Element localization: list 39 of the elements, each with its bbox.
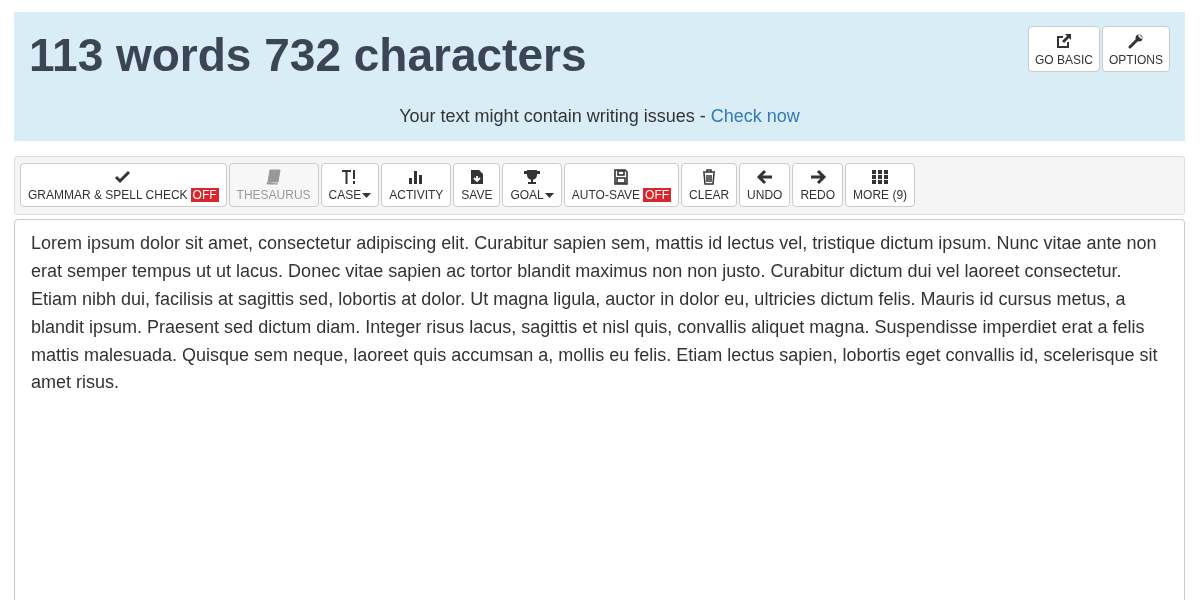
external-link-icon	[1055, 33, 1072, 49]
button-label: GRAMMAR & SPELL CHECK	[28, 188, 188, 202]
button-label: THESAURUS	[236, 188, 311, 202]
toolbar-button[interactable]: CLEAR	[681, 163, 738, 207]
button-label: MORE (9)	[853, 188, 908, 202]
button-label: CASE	[328, 188, 362, 202]
grid-icon	[871, 169, 890, 185]
toolbar-button[interactable]: MORE (9)	[845, 163, 916, 207]
arrow-right-icon	[808, 169, 827, 185]
toolbar-button[interactable]: UNDO	[739, 163, 791, 207]
button-label: ACTIVITY	[389, 188, 444, 202]
off-badge: OFF	[190, 188, 219, 202]
check-now-link[interactable]: Check now	[710, 106, 800, 126]
button-label: GOAL	[510, 188, 544, 202]
toolbar-button[interactable]: REDO	[792, 163, 844, 207]
book-icon	[264, 169, 283, 185]
checkmark-icon	[114, 169, 133, 185]
button-label: AUTO-SAVE	[571, 188, 641, 202]
caret-icon	[362, 192, 372, 198]
trophy-icon	[523, 169, 542, 185]
button-label: SAVE	[461, 188, 493, 202]
options-button[interactable]: OPTIONS	[1102, 26, 1170, 72]
writing-issues-notice: Your text might contain writing issues - Check now	[398, 106, 801, 127]
toolbar-button[interactable]: AUTO-SAVE OFF	[563, 163, 680, 207]
button-label: CLEAR	[689, 188, 730, 202]
go-basic-button[interactable]: GO BASIC	[1027, 26, 1100, 72]
button-label: UNDO	[747, 188, 783, 202]
text-editor[interactable]: Lorem ipsum dolor sit amet, consectetur adipiscing elit. Curabitur sapien sem, mattis id lectus vel, tristique dictum ipsum. Nunc vitae ante non erat semper tempus ut ut lacus. Donec vitae sapien ac tortor blandit maximus non non justo. Curabitur dictum dui vel laoreet consectetur. Etiam nibh dui, facilisis at sagittis sed, lobortis at dolor. Ut magna ligula, auctor in dolor eu, ultricies dictum felis. Mauris id cursus metus, a blandit ipsum. Praesent sed dictum diam. Integer risus lacus, sagittis et nisl quis, convallis aliquet magna. Suspendisse imperdiet erat a felis mattis malesuada. Quisque sem neque, laoreet quis accumsan a, mollis eu felis. Etiam lectus sapien, lobortis eget convallis id, scelerisque sit amet risus.	[14, 219, 1185, 600]
button-label: REDO	[800, 188, 836, 202]
caret-icon	[544, 192, 554, 198]
arrow-left-icon	[755, 169, 774, 185]
off-badge: OFF	[643, 188, 672, 202]
toolbar-button[interactable]: GOAL	[502, 163, 562, 207]
toolbar-button[interactable]: SAVE	[453, 163, 501, 207]
toolbar-button[interactable]: ACTIVITY	[381, 163, 452, 207]
wrench-icon	[1128, 33, 1144, 49]
toolbar-button[interactable]: CASE	[320, 163, 380, 207]
word-count-title: 113 words 732 characters	[29, 28, 587, 82]
toolbar-button[interactable]: GRAMMAR & SPELL CHECK OFF	[20, 163, 227, 207]
